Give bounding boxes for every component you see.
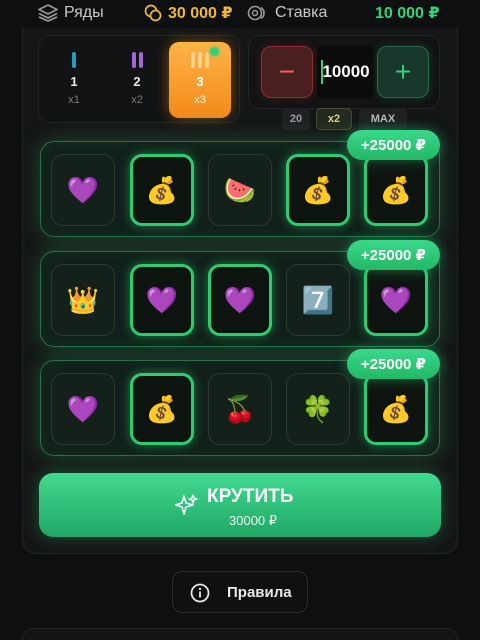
rows-option-1[interactable]: 1 x1: [43, 42, 105, 118]
bet-label: Ставка: [275, 4, 328, 21]
win-amount-badge: +25000 ₽: [346, 349, 440, 379]
rows-option-multiplier: x2: [131, 94, 143, 106]
increase-bet-button[interactable]: +: [377, 46, 429, 98]
rules-label: Правила: [227, 584, 292, 601]
coins-icon: [144, 4, 162, 22]
rows-indicator: Ряды: [38, 3, 104, 23]
quick-bet-x2[interactable]: x2: [316, 108, 352, 130]
plus-icon: +: [394, 56, 412, 87]
spin-button[interactable]: КРУТИТЬ 30000 ₽: [39, 473, 441, 537]
balance-display: 30 000 ₽: [144, 3, 233, 23]
rows-selector: 1 x1 2 x2 3 x3: [38, 35, 240, 123]
bet-value: 10 000 ₽: [375, 5, 440, 22]
reel-row-1: 💜 💰 🍉 💰 💰 +25000 ₽: [40, 130, 440, 237]
cherries-icon: 🍒: [208, 373, 272, 445]
spin-amount: 30000 ₽: [229, 513, 278, 528]
decrease-bet-button[interactable]: −: [261, 46, 313, 98]
reel-row-2: 👑 💜 💜 7️⃣ 💜 +25000 ₽: [40, 240, 440, 347]
seven-icon: 7️⃣: [286, 264, 350, 336]
purple-heart-icon: 💜: [130, 264, 194, 336]
spin-label: КРУТИТЬ: [207, 486, 294, 507]
purple-heart-icon: 💜: [51, 373, 115, 445]
watermelon-icon: 🍉: [208, 154, 272, 226]
quick-bet-max[interactable]: MAX: [359, 108, 407, 130]
purple-heart-icon: 💜: [208, 264, 272, 336]
rows-option-count: 1: [70, 74, 78, 89]
bet-control: − +: [248, 35, 440, 109]
quick-bet-20[interactable]: 20: [282, 108, 310, 130]
bet-indicator: Ставка: [247, 3, 327, 23]
top-bar: Ряды 30 000 ₽ Ставка 10 000 ₽: [0, 0, 480, 28]
money-bag-icon: 💰: [364, 154, 428, 226]
money-bag-icon: 💰: [364, 373, 428, 445]
rows-option-multiplier: x3: [194, 94, 206, 106]
purple-heart-icon: 💜: [51, 154, 115, 226]
rows-option-2[interactable]: 2 x2: [106, 42, 168, 118]
win-amount-badge: +25000 ₽: [346, 240, 440, 270]
rows-option-count: 3: [196, 74, 204, 89]
balance-value: 30 000 ₽: [168, 5, 233, 22]
bottom-card: [22, 628, 458, 640]
chips-icon: [247, 5, 265, 21]
bet-amount-input[interactable]: [317, 46, 375, 98]
rows-option-3[interactable]: 3 x3: [169, 42, 231, 118]
selected-indicator-dot: [210, 47, 219, 56]
purple-heart-icon: 💜: [364, 264, 428, 336]
money-bag-icon: 💰: [286, 154, 350, 226]
layers-icon: [38, 4, 58, 22]
text-caret: [321, 60, 323, 84]
money-bag-icon: 💰: [130, 373, 194, 445]
minus-icon: −: [278, 56, 296, 87]
rows-option-multiplier: x1: [68, 94, 80, 106]
money-bag-icon: 💰: [130, 154, 194, 226]
crown-icon: 👑: [51, 264, 115, 336]
win-amount-badge: +25000 ₽: [346, 130, 440, 160]
info-icon: [190, 583, 210, 603]
rows-label: Ряды: [64, 4, 104, 21]
rows-bars-icon: [191, 52, 209, 68]
rows-option-count: 2: [133, 74, 141, 89]
rows-bars-icon: [72, 52, 76, 68]
clover-icon: 🍀: [286, 373, 350, 445]
reel-row-3: 💜 💰 🍒 🍀 💰 +25000 ₽: [40, 349, 440, 456]
rules-button[interactable]: Правила: [172, 571, 308, 613]
rows-bars-icon: [131, 52, 143, 68]
sparkles-icon: [175, 494, 198, 515]
